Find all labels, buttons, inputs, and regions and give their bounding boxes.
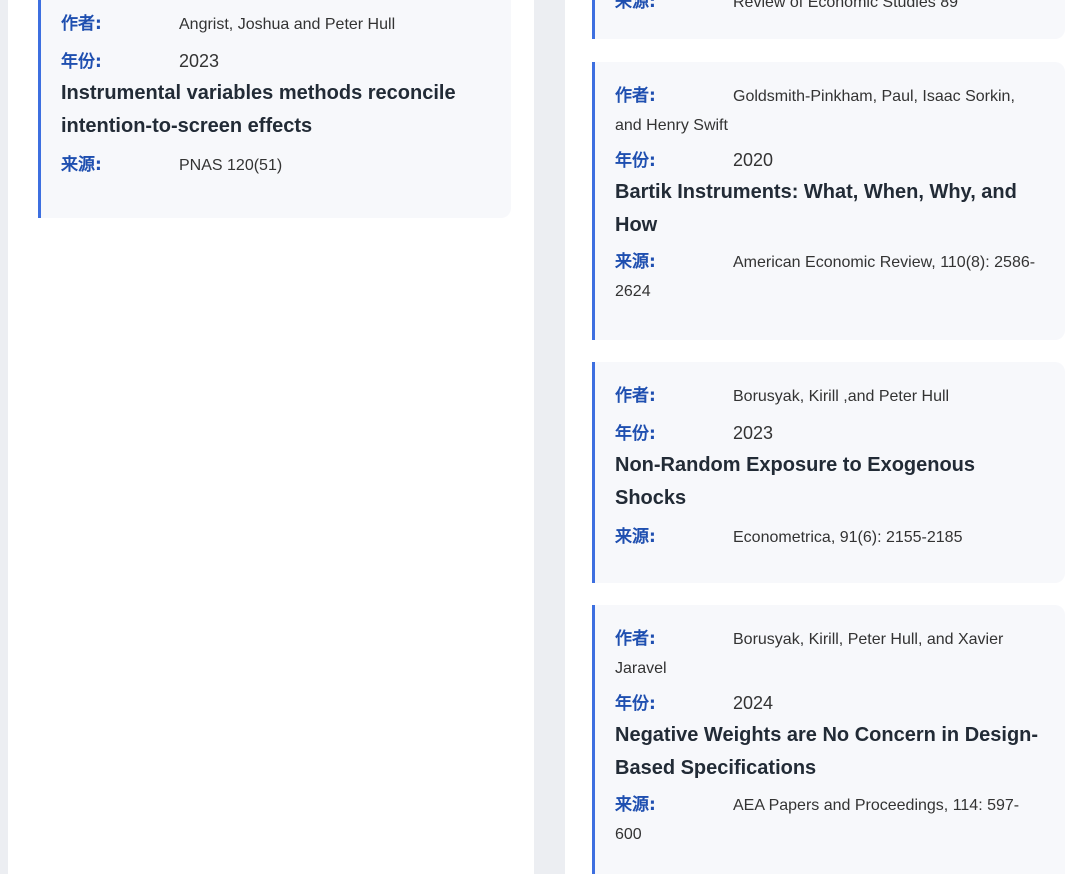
author-value: Angrist, Joshua and Peter Hull	[179, 16, 396, 33]
reference-card: 作者: Borusyak, Kirill ,and Peter Hull 年份: 2…	[592, 362, 1065, 583]
source-row: 来源: AEA Papers and Proceedings, 114: 597-…	[615, 791, 1045, 849]
source-value: Review of Economic Studies 89	[733, 0, 958, 11]
source-value: Econometrica, 91(6): 2155-2185	[733, 529, 963, 546]
reference-card: 作者: Goldsmith-Pinkham, Paul, Isaac Sorkin…	[592, 62, 1065, 340]
year-label: 年份:	[61, 52, 102, 72]
reference-card-partial: 来源: Review of Economic Studies 89	[592, 0, 1065, 39]
year-label: 年份:	[615, 424, 656, 444]
author-label: 作者:	[615, 629, 656, 649]
author-row: 作者: Borusyak, Kirill ,and Peter Hull	[615, 382, 1045, 411]
year-row: 年份: 2024	[615, 689, 1045, 719]
author-label: 作者:	[615, 386, 656, 406]
author-label: 作者:	[61, 14, 102, 34]
left-column-panel: 作者: Angrist, Joshua and Peter Hull 年份: 202…	[8, 0, 534, 874]
year-label: 年份:	[615, 151, 656, 171]
year-label: 年份:	[615, 694, 656, 714]
paper-title: Non-Random Exposure to Exogenous Shocks	[615, 454, 976, 509]
year-row: 年份: 2020	[615, 146, 1045, 176]
paper-title: Instrumental variables methods reconcile…	[61, 82, 456, 137]
author-row: 作者: Angrist, Joshua and Peter Hull	[61, 10, 491, 39]
right-column-panel: 来源: Review of Economic Studies 89 作者: Gold…	[565, 0, 1080, 874]
year-value: 2023	[733, 423, 774, 443]
source-label: 来源:	[615, 795, 656, 815]
source-row: 来源: American Economic Review, 110(8): 258…	[615, 248, 1045, 306]
source-label: 来源:	[615, 527, 656, 547]
year-row: 年份: 2023	[61, 47, 491, 77]
author-label: 作者:	[615, 86, 656, 106]
source-row: 来源: Review of Economic Studies 89	[615, 0, 958, 17]
paper-title: Negative Weights are No Concern in Desig…	[615, 724, 1039, 779]
source-row: 来源: PNAS 120(51)	[61, 151, 491, 180]
reference-card: 作者: Angrist, Joshua and Peter Hull 年份: 202…	[38, 0, 511, 218]
source-label: 来源:	[615, 252, 656, 272]
source-row: 来源: Econometrica, 91(6): 2155-2185	[615, 523, 1045, 552]
year-value: 2024	[733, 693, 774, 713]
author-row: 作者: Borusyak, Kirill, Peter Hull, and Xav…	[615, 625, 1045, 683]
source-label: 来源:	[615, 0, 656, 12]
reference-card: 作者: Borusyak, Kirill, Peter Hull, and Xav…	[592, 605, 1065, 874]
author-row: 作者: Goldsmith-Pinkham, Paul, Isaac Sorkin…	[615, 82, 1045, 140]
source-value: PNAS 120(51)	[179, 157, 283, 174]
author-value: Borusyak, Kirill ,and Peter Hull	[733, 388, 950, 405]
year-value: 2023	[179, 51, 220, 71]
year-row: 年份: 2023	[615, 419, 1045, 449]
year-value: 2020	[733, 150, 774, 170]
paper-title: Bartik Instruments: What, When, Why, and…	[615, 181, 1017, 236]
source-label: 来源:	[61, 155, 102, 175]
